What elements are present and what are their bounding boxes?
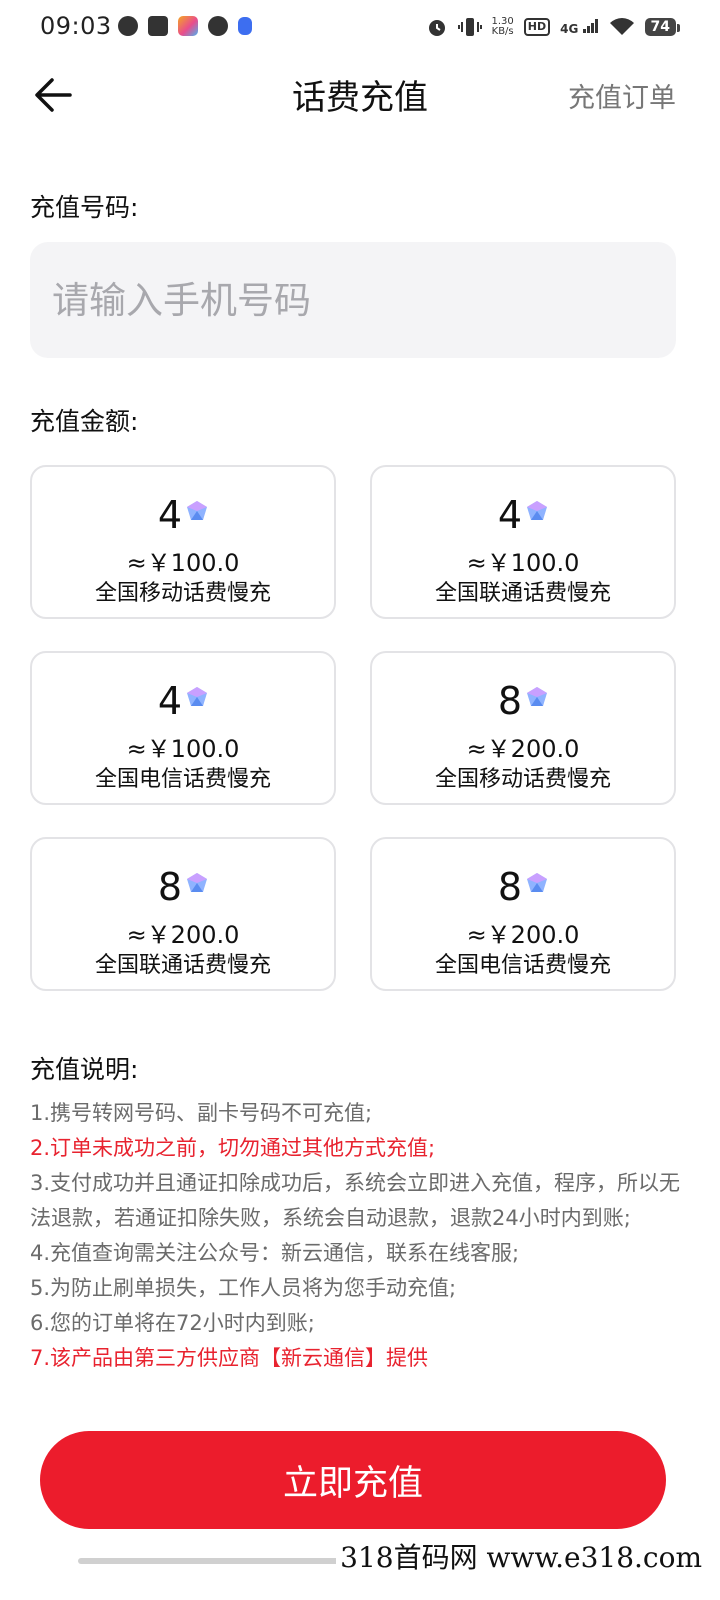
gem-icon bbox=[527, 873, 548, 892]
gem-amount: 8 bbox=[372, 867, 674, 907]
status-bar: 09:03 1.30 KB/s HD 4G 74 bbox=[0, 0, 720, 56]
amount-option-card[interactable]: 8 ≈￥200.0 全国联通话费慢充 bbox=[30, 837, 336, 991]
gem-icon bbox=[187, 687, 208, 706]
instruction-item: 3.支付成功并且通证扣除成功后，系统会立即进入充值，程序，所以无法退款，若通证扣… bbox=[30, 1171, 681, 1230]
system-icons: 1.30 KB/s HD 4G 74 bbox=[426, 16, 681, 38]
gem-icon bbox=[187, 873, 208, 892]
price-approx: ≈￥100.0 bbox=[466, 549, 580, 577]
battery-icon: 74 bbox=[644, 18, 681, 36]
vibrate-icon bbox=[457, 18, 482, 36]
alarm-icon bbox=[428, 20, 445, 36]
phone-number-label: 充值号码: bbox=[30, 193, 139, 222]
watermark: 318首码网 www.e318.com bbox=[336, 1536, 706, 1576]
option-name: 全国移动话费慢充 bbox=[94, 581, 271, 606]
gem-count: 8 bbox=[497, 865, 523, 909]
network-type: 4G bbox=[560, 18, 598, 36]
price-approx: ≈￥200.0 bbox=[466, 735, 580, 763]
gem-icon bbox=[527, 501, 548, 520]
price-approx: ≈￥200.0 bbox=[466, 921, 580, 949]
instruction-item: 4.充值查询需关注公众号：新云通信，联系在线客服; bbox=[30, 1241, 520, 1265]
option-name: 全国电信话费慢充 bbox=[434, 953, 611, 978]
gem-count: 4 bbox=[497, 493, 523, 537]
option-name: 全国电信话费慢充 bbox=[94, 767, 271, 792]
instructions-label: 充值说明: bbox=[30, 1055, 139, 1084]
net-speed-unit: KB/s bbox=[491, 26, 514, 37]
price-approx: ≈￥200.0 bbox=[126, 921, 240, 949]
option-name: 全国移动话费慢充 bbox=[434, 767, 611, 792]
notification-icons bbox=[118, 16, 252, 36]
recharge-orders-link[interactable]: 充值订单 bbox=[568, 76, 676, 115]
compass-icon bbox=[208, 16, 228, 36]
gem-icon bbox=[187, 501, 208, 520]
app-58-icon bbox=[178, 16, 198, 36]
amount-option-card[interactable]: 4 ≈￥100.0 全国联通话费慢充 bbox=[370, 465, 676, 619]
instructions-list[interactable]: 1.携号转网号码、副卡号码不可充值; 2.订单未成功之前，切勿通过其他方式充值;… bbox=[30, 1096, 690, 1392]
option-name: 全国联通话费慢充 bbox=[434, 581, 611, 606]
video-play-icon bbox=[148, 16, 168, 36]
instruction-item: 1.携号转网号码、副卡号码不可充值; bbox=[30, 1101, 373, 1125]
gem-amount: 8 bbox=[372, 681, 674, 721]
amount-option-card[interactable]: 4 ≈￥100.0 全国移动话费慢充 bbox=[30, 465, 336, 619]
instruction-item: 5.为防止刷单损失，工作人员将为您手动充值; bbox=[30, 1276, 457, 1300]
net-speed: 1.30 KB/s bbox=[492, 17, 514, 37]
price-approx: ≈￥100.0 bbox=[126, 549, 240, 577]
hd-badge: HD bbox=[523, 18, 551, 36]
amount-option-card[interactable]: 8 ≈￥200.0 全国电信话费慢充 bbox=[370, 837, 676, 991]
gem-icon bbox=[527, 687, 548, 706]
amount-option-card[interactable]: 4 ≈￥100.0 全国电信话费慢充 bbox=[30, 651, 336, 805]
recharge-now-button[interactable]: 立即充值 bbox=[40, 1431, 666, 1529]
phone-number-input[interactable] bbox=[30, 242, 676, 358]
gem-count: 4 bbox=[157, 679, 183, 723]
amount-option-card[interactable]: 8 ≈￥200.0 全国移动话费慢充 bbox=[370, 651, 676, 805]
network-label: 4G bbox=[560, 21, 579, 36]
price-approx: ≈￥100.0 bbox=[126, 735, 240, 763]
gem-amount: 4 bbox=[372, 495, 674, 535]
amount-label: 充值金额: bbox=[30, 407, 139, 436]
signal-bars-icon bbox=[582, 18, 598, 33]
gem-count: 8 bbox=[157, 865, 183, 909]
instruction-item-warning: 7.该产品由第三方供应商【新云通信】提供 bbox=[30, 1346, 429, 1370]
gem-amount: 8 bbox=[32, 867, 334, 907]
gem-count: 4 bbox=[157, 493, 183, 537]
status-time: 09:03 bbox=[40, 12, 112, 40]
chat-bubble-icon bbox=[118, 16, 138, 36]
instruction-item-warning: 2.订单未成功之前，切勿通过其他方式充值; bbox=[30, 1136, 436, 1160]
wifi-icon bbox=[609, 18, 634, 35]
gem-amount: 4 bbox=[32, 681, 334, 721]
baidu-paw-icon bbox=[238, 17, 252, 35]
option-name: 全国联通话费慢充 bbox=[94, 953, 271, 978]
instruction-item: 6.您的订单将在72小时内到账; bbox=[30, 1311, 315, 1335]
app-header: 话费充值 充值订单 bbox=[0, 56, 720, 132]
gem-count: 8 bbox=[497, 679, 523, 723]
gem-amount: 4 bbox=[32, 495, 334, 535]
